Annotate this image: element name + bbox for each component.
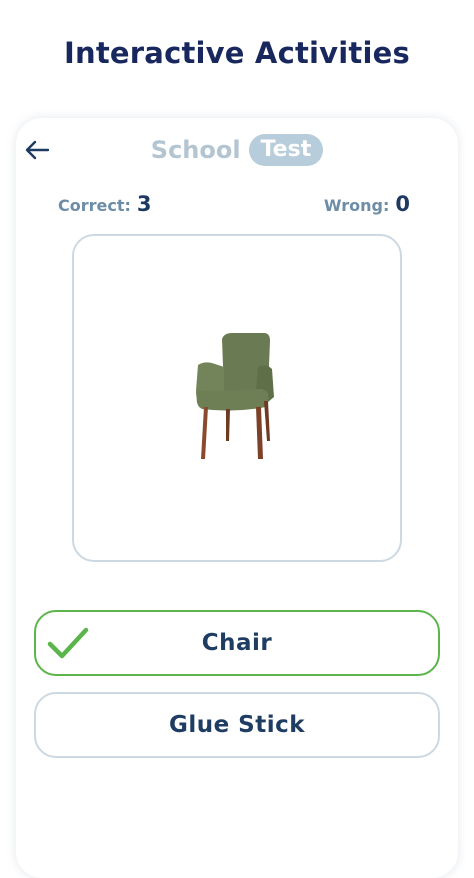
question-image-frame	[72, 234, 402, 562]
correct-count: 3	[136, 192, 152, 216]
correct-score: Correct: 3	[58, 192, 152, 220]
answer-option-label: Chair	[201, 630, 273, 656]
chair-image	[196, 333, 274, 459]
answer-option-label: Glue Stick	[168, 712, 306, 738]
correct-label: Correct:	[58, 196, 131, 215]
category-label: School	[150, 136, 241, 164]
activity-header: School Test	[0, 132, 474, 168]
answer-option-chair[interactable]: Chair	[34, 610, 440, 676]
checkmark-icon	[47, 627, 89, 659]
wrong-count: 0	[395, 192, 410, 216]
wrong-score: Wrong: 0	[324, 192, 410, 220]
answer-option-glue-stick[interactable]: Glue Stick	[34, 692, 440, 758]
wrong-label: Wrong:	[323, 196, 390, 215]
mode-badge: Test	[248, 134, 324, 166]
page-title: Interactive Activities	[64, 36, 410, 70]
